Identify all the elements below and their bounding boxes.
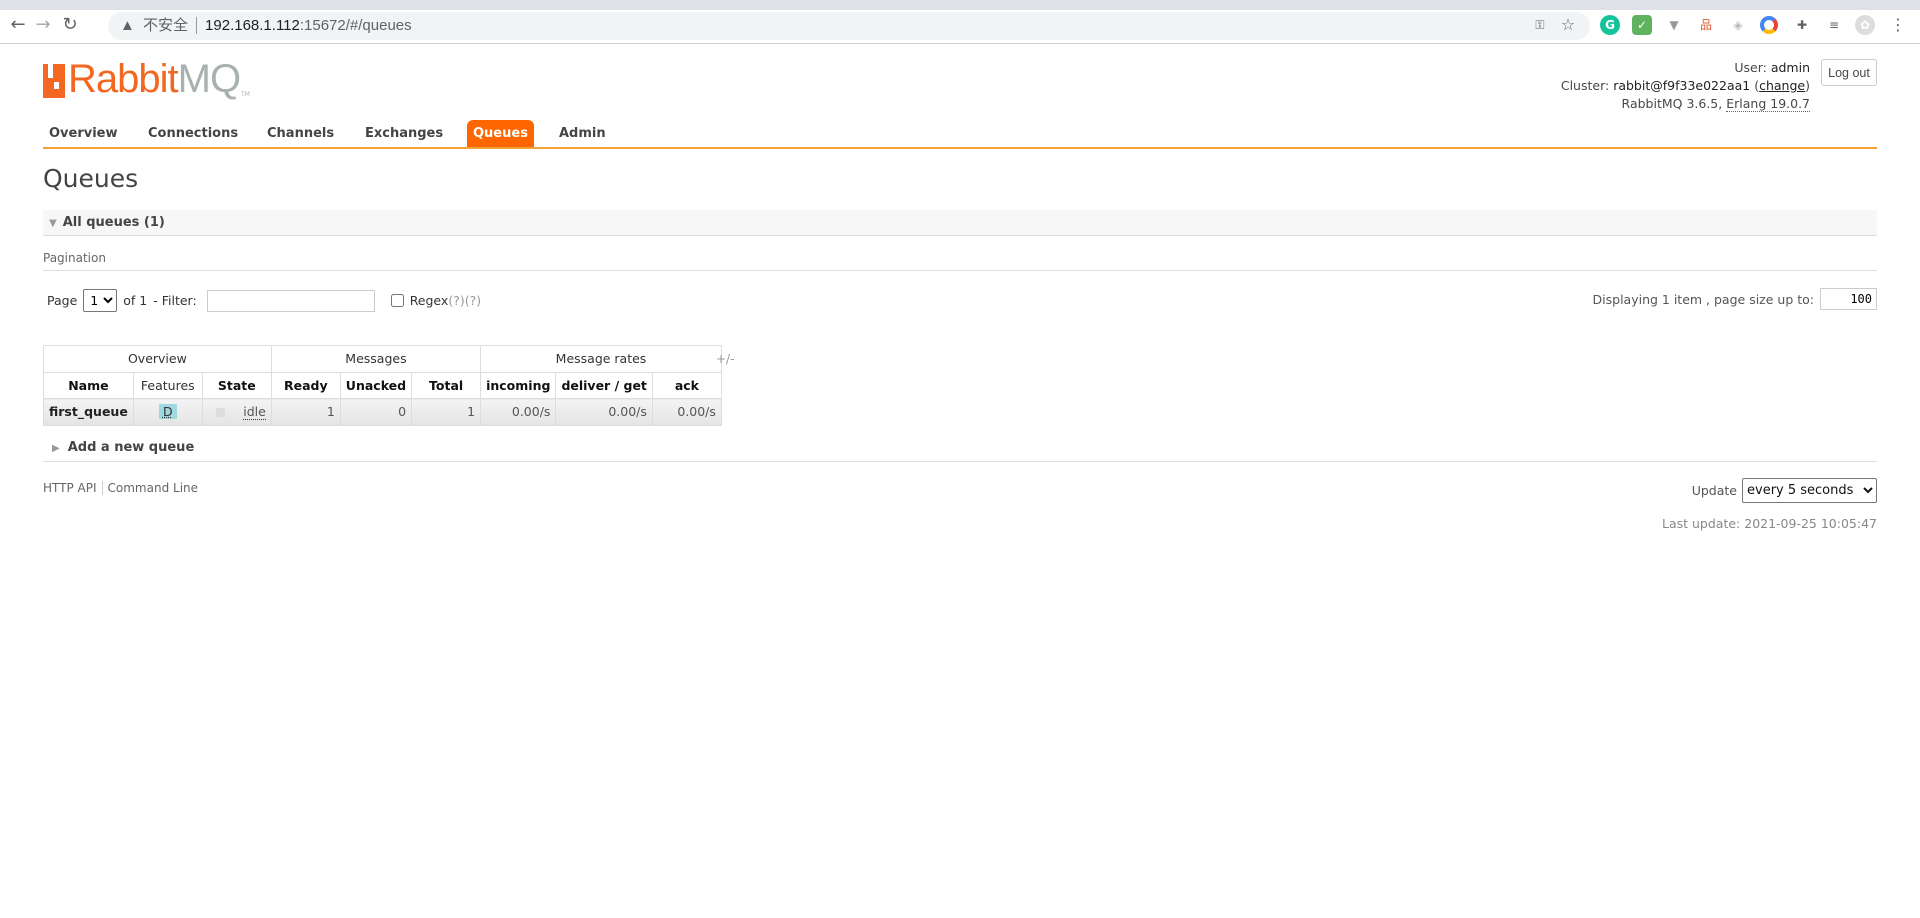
col-incoming[interactable]: incoming	[480, 371, 557, 399]
rabbitmq-logo[interactable]: RabbitMQ TM	[43, 57, 250, 101]
reload-icon[interactable]: ↻	[58, 14, 82, 35]
ack-rate: 0.00/s	[651, 398, 722, 426]
update-label: Update	[1691, 483, 1737, 498]
rabbit-logo-icon	[43, 64, 65, 98]
puzzle-icon[interactable]: ✚	[1792, 15, 1812, 35]
tab-admin[interactable]: Admin	[553, 120, 612, 148]
cluster-label: Cluster:	[1560, 78, 1610, 93]
durable-badge: D	[158, 404, 177, 420]
filter-label: - Filter:	[153, 293, 197, 308]
col-state[interactable]: State	[201, 371, 272, 399]
page-label: Page	[47, 293, 78, 308]
col-name[interactable]: Name	[43, 371, 134, 399]
pagination-controls: Page 1 of 1 - Filter: Regex (?)(?)	[47, 289, 481, 312]
url-host: 192.168.1.112	[205, 17, 300, 34]
table-row: first_queue D idle 1 0 1 0.00/s 0.00/s 0…	[43, 398, 722, 426]
column-toggle[interactable]: +/-	[716, 352, 734, 366]
unacked-count: 0	[339, 398, 413, 426]
tab-channels[interactable]: Channels	[261, 120, 340, 148]
group-messages: Messages	[270, 345, 482, 373]
state-indicator-icon	[216, 408, 226, 418]
regex-help-link[interactable]: (?)	[448, 293, 464, 308]
menu-icon[interactable]: ⋮	[1888, 15, 1908, 35]
regex-label: Regex	[409, 293, 449, 308]
queue-name-link[interactable]: first_queue	[43, 398, 134, 426]
filter-input[interactable]	[206, 289, 375, 312]
add-queue-title: Add a new queue	[67, 440, 195, 455]
http-api-link[interactable]: HTTP API	[43, 481, 97, 495]
regex-checkbox[interactable]	[390, 294, 404, 307]
address-bar[interactable]: ▲ 不安全 192.168.1.112:15672/#/queues	[108, 12, 1590, 40]
sitemap-icon[interactable]: 品	[1696, 15, 1716, 35]
warning-icon: ▲	[120, 17, 135, 34]
col-features: Features	[132, 371, 203, 399]
last-update: Last update: 2021-09-25 10:05:47	[1662, 516, 1877, 531]
nav-divider	[43, 147, 1877, 149]
page-size-input[interactable]	[1820, 288, 1877, 310]
logout-button[interactable]: Log out	[1821, 59, 1877, 86]
queue-state: idle	[243, 404, 266, 421]
rabbitmq-version: RabbitMQ 3.6.5,	[1621, 96, 1723, 111]
profile-avatar[interactable]: ✿	[1855, 15, 1875, 35]
section-divider	[43, 461, 1877, 462]
page-count: of 1	[123, 293, 148, 308]
deliver-get-rate: 0.00/s	[555, 398, 653, 426]
queues-table: Overview Messages Message rates Name Fea…	[43, 345, 722, 426]
add-queue-section-header[interactable]: ▶ Add a new queue	[52, 440, 194, 455]
update-interval-select[interactable]: every 5 seconds	[1742, 478, 1877, 503]
col-total[interactable]: Total	[411, 371, 482, 399]
tab-overview[interactable]: Overview	[43, 120, 124, 148]
regex-help-link-2[interactable]: (?)	[465, 293, 481, 308]
tab-queues[interactable]: Queues	[467, 120, 534, 148]
browser-tab-strip	[0, 0, 1920, 10]
url-path: :15672/#/queues	[299, 17, 412, 34]
star-icon[interactable]: ☆	[1558, 15, 1578, 35]
page-select[interactable]: 1	[83, 289, 118, 312]
command-line-link[interactable]: Command Line	[108, 481, 199, 495]
page-title: Queues	[43, 164, 139, 193]
key-icon[interactable]: ⚿	[1530, 15, 1550, 35]
media-icon[interactable]: ≡	[1824, 15, 1844, 35]
tab-connections[interactable]: Connections	[142, 120, 244, 148]
chrome-ext-icon[interactable]	[1760, 16, 1778, 34]
all-queues-section-header[interactable]: ▼ All queues (1)	[43, 210, 1877, 236]
logo-tm: TM	[241, 91, 250, 98]
erlang-version: Erlang 19.0.7	[1726, 96, 1810, 112]
expand-triangle-icon: ▶	[52, 443, 60, 454]
col-ready[interactable]: Ready	[270, 371, 341, 399]
col-deliver-get[interactable]: deliver / get	[555, 371, 653, 399]
back-icon[interactable]: ←	[6, 14, 30, 35]
forward-icon[interactable]: →	[31, 14, 55, 35]
logo-text: RabbitMQ	[68, 57, 241, 101]
grammarly-icon[interactable]: G	[1600, 15, 1620, 35]
col-ack[interactable]: ack	[651, 371, 722, 399]
collapse-triangle-icon: ▼	[49, 218, 57, 229]
user-label: User:	[1734, 60, 1767, 75]
group-message-rates: Message rates	[480, 345, 722, 373]
ready-count: 1	[270, 398, 341, 426]
col-unacked[interactable]: Unacked	[339, 371, 413, 399]
total-count: 1	[411, 398, 482, 426]
tab-exchanges[interactable]: Exchanges	[359, 120, 449, 148]
footer-links: HTTP API Command Line	[43, 481, 198, 495]
cluster-name: rabbit@f9f33e022aa1	[1613, 78, 1751, 93]
adguard-icon[interactable]: ✓	[1632, 15, 1652, 35]
user-info: User: admin Cluster: rabbit@f9f33e022aa1…	[1560, 60, 1810, 112]
incoming-rate: 0.00/s	[480, 398, 557, 426]
user-name: admin	[1770, 60, 1810, 75]
shield-icon[interactable]: ◈	[1728, 15, 1748, 35]
update-control: Update every 5 seconds	[1692, 478, 1877, 503]
change-cluster-link[interactable]: change	[1759, 78, 1805, 93]
pagination-heading: Pagination	[43, 251, 1877, 271]
group-overview: Overview	[43, 345, 272, 373]
display-info: Displaying 1 item , page size up to:	[1593, 288, 1877, 310]
vue-icon[interactable]: ▼	[1664, 15, 1684, 35]
security-label: 不安全	[143, 17, 198, 34]
displaying-label: Displaying 1 item , page size up to:	[1592, 291, 1814, 307]
section-title: All queues (1)	[62, 215, 165, 230]
